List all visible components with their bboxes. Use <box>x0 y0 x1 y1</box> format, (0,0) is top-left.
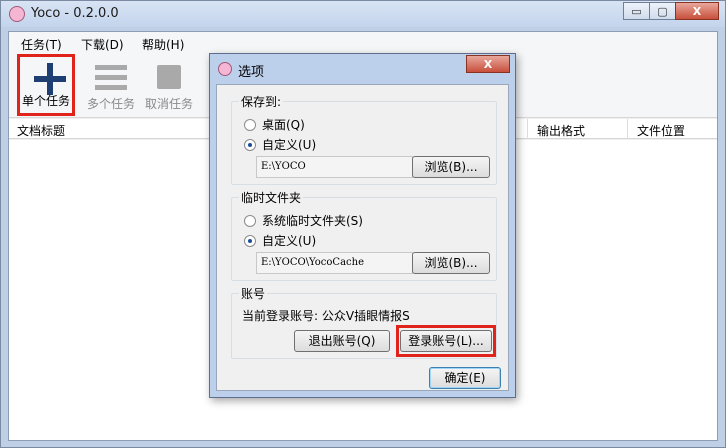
column-document-title[interactable]: 文档标题 <box>17 122 65 139</box>
ok-button[interactable]: 确定(E) <box>429 367 501 389</box>
plus-icon <box>34 63 66 95</box>
save-to-title: 保存到: <box>239 93 284 110</box>
temp-folder-title: 临时文件夹 <box>239 189 304 206</box>
minimize-button[interactable]: ▭ <box>623 2 650 20</box>
maximize-button[interactable]: ▢ <box>649 2 676 20</box>
multi-task-button[interactable]: 多个任务 <box>81 56 141 116</box>
single-task-button[interactable]: 单个任务 <box>17 54 75 116</box>
list-icon <box>95 65 127 90</box>
radio-system-temp[interactable]: 系统临时文件夹(S) <box>244 212 363 229</box>
column-output-format[interactable]: 输出格式 <box>537 122 585 139</box>
current-account-label: 当前登录账号: 公众V插眼情报S <box>242 309 410 323</box>
window-controls: ▭ ▢ X <box>623 2 719 20</box>
radio-save-custom[interactable]: 自定义(U) <box>244 136 316 153</box>
save-browse-button[interactable]: 浏览(B)... <box>412 156 490 178</box>
dialog-close-button[interactable]: X <box>466 55 510 73</box>
radio-desktop[interactable]: 桌面(Q) <box>244 116 305 133</box>
temp-browse-button[interactable]: 浏览(B)... <box>412 252 490 274</box>
login-button[interactable]: 登录账号(L)... <box>400 330 492 352</box>
maximize-icon: ▢ <box>657 4 668 18</box>
title-bar[interactable]: Yoco - 0.2.0.0 ▭ ▢ X <box>1 1 725 27</box>
menu-download[interactable]: 下载(D) <box>81 36 124 53</box>
close-icon: X <box>692 4 702 18</box>
radio-off-icon <box>244 214 256 227</box>
radio-temp-custom[interactable]: 自定义(U) <box>244 232 316 249</box>
single-task-label: 单个任务 <box>21 94 70 108</box>
account-group: 账号 当前登录账号: 公众V插眼情报S 退出账号(Q) 登录账号(L)... <box>231 285 497 359</box>
radio-temp-custom-label: 自定义(U) <box>262 234 317 248</box>
save-to-group: 保存到: 桌面(Q) 自定义(U) E:\YOCO 浏览(B)... <box>231 93 497 185</box>
column-file-location[interactable]: 文件位置 <box>637 122 685 139</box>
radio-desktop-label: 桌面(Q) <box>262 118 305 132</box>
cancel-task-label: 取消任务 <box>144 97 193 111</box>
logout-button[interactable]: 退出账号(Q) <box>294 330 390 352</box>
dialog-title: 选项 <box>238 65 265 80</box>
radio-save-custom-label: 自定义(U) <box>262 138 317 152</box>
dialog-client-area: 保存到: 桌面(Q) 自定义(U) E:\YOCO 浏览(B)... 临时文件夹… <box>216 84 509 391</box>
column-divider[interactable] <box>527 119 528 139</box>
minimize-icon: ▭ <box>631 4 642 18</box>
menu-help[interactable]: 帮助(H) <box>142 36 184 53</box>
column-divider[interactable] <box>627 119 628 139</box>
radio-system-temp-label: 系统临时文件夹(S) <box>262 214 363 228</box>
app-icon <box>9 6 25 22</box>
save-path-field[interactable]: E:\YOCO <box>256 156 413 178</box>
temp-folder-group: 临时文件夹 系统临时文件夹(S) 自定义(U) E:\YOCO\YocoCach… <box>231 189 497 281</box>
window-title: Yoco - 0.2.0.0 <box>31 6 119 21</box>
cancel-task-button[interactable]: 取消任务 <box>139 56 199 116</box>
menu-bar: 任务(T) 下载(D) 帮助(H) <box>9 32 717 54</box>
stop-icon <box>157 65 181 89</box>
temp-path-field[interactable]: E:\YOCO\YocoCache <box>256 252 413 274</box>
radio-on-icon <box>244 138 256 151</box>
dialog-app-icon <box>218 62 232 76</box>
multi-task-label: 多个任务 <box>86 97 135 111</box>
radio-off-icon <box>244 118 256 131</box>
close-icon: X <box>483 57 493 71</box>
radio-on-icon <box>244 234 256 247</box>
options-dialog: 选项 X 保存到: 桌面(Q) 自定义(U) E:\YOCO 浏览(B)... … <box>209 53 516 398</box>
account-title: 账号 <box>239 285 268 302</box>
menu-task[interactable]: 任务(T) <box>21 36 62 53</box>
close-button[interactable]: X <box>675 2 719 20</box>
